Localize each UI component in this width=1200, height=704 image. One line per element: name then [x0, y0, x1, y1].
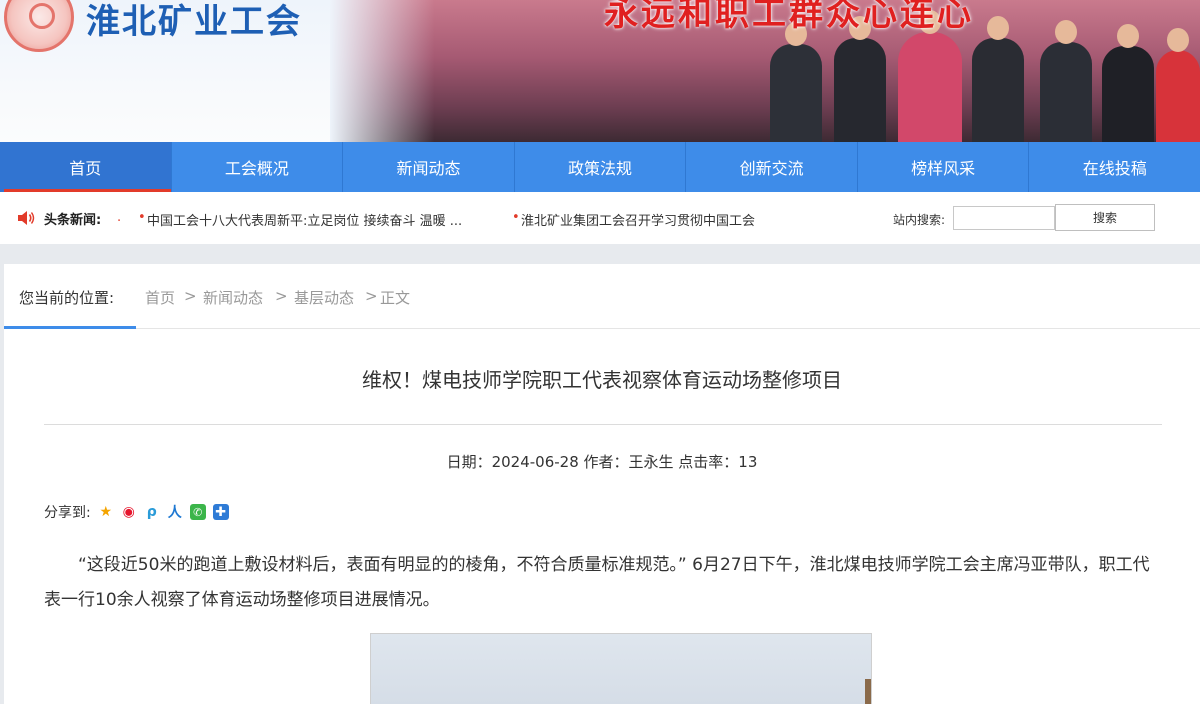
article-paragraph: “这段近50米的跑道上敷设材料后，表面有明显的的棱角，不符合质量标准规范。” 6… — [44, 555, 1150, 610]
nav-item-role-models[interactable]: 榜样风采 — [858, 142, 1030, 192]
more-share-icon[interactable]: ✚ — [212, 504, 229, 520]
banner-people — [750, 10, 1200, 142]
breadcrumb: 您当前的位置: 首页 > 新闻动态 > 基层动态 > 正文 — [4, 264, 1200, 329]
nav-item-home[interactable]: 首页 — [0, 142, 172, 192]
headline-label: 头条新闻: — [44, 213, 102, 228]
wechat-icon[interactable]: ✆ — [189, 504, 206, 520]
union-logo-icon — [4, 0, 74, 52]
speaker-icon — [18, 211, 35, 225]
article-meta: 日期：2024-06-28 作者：王永生 点击率：13 — [446, 453, 758, 471]
breadcrumb-separator: > — [184, 287, 197, 305]
headline-link-1[interactable]: 中国工会十八大代表周新平:立足岗位 接续奋斗 温暖 ... — [147, 210, 487, 229]
breadcrumb-separator: > — [365, 287, 378, 305]
breadcrumb-news[interactable]: 新闻动态 — [203, 287, 263, 308]
nav-item-news[interactable]: 新闻动态 — [343, 142, 515, 192]
headline-bullet: • — [138, 210, 146, 225]
qzone-icon[interactable]: ★ — [98, 504, 114, 520]
search-label: 站内搜索: — [893, 213, 946, 227]
headline-link-2[interactable]: 淮北矿业集团工会召开学习贯彻中国工会 — [521, 210, 768, 229]
nav-item-innovation[interactable]: 创新交流 — [686, 142, 858, 192]
breadcrumb-current: 正文 — [380, 289, 411, 307]
search-button[interactable]: 搜索 — [1055, 204, 1155, 231]
breadcrumb-home[interactable]: 首页 — [145, 287, 175, 308]
headline-bullet: . — [117, 210, 122, 225]
title-divider — [44, 424, 1162, 425]
nav-item-union-overview[interactable]: 工会概况 — [172, 142, 344, 192]
share-label: 分享到: — [44, 505, 91, 521]
headline-bullet: • — [512, 210, 520, 225]
article-title: 维权！煤电技师学院职工代表视察体育运动场整修项目 — [362, 368, 842, 392]
site-name: 淮北矿业工会 — [86, 2, 302, 42]
breadcrumb-separator: > — [275, 287, 288, 305]
search-input[interactable] — [953, 206, 1055, 230]
nav-item-policy[interactable]: 政策法规 — [515, 142, 687, 192]
breadcrumb-local-news[interactable]: 基层动态 — [294, 287, 354, 308]
content-panel: 您当前的位置: 首页 > 新闻动态 > 基层动态 > 正文 维权！煤电技师学院职… — [4, 264, 1200, 704]
banner-slogan: 永远和职工群众心连心 — [604, 0, 974, 34]
article-image — [370, 633, 872, 704]
pengyou-icon[interactable]: ρ — [144, 504, 160, 520]
breadcrumb-underline — [4, 326, 136, 329]
header-banner: 淮北矿业工会 永远和职工群众心连心 — [0, 0, 1200, 142]
weibo-icon[interactable]: ◉ — [121, 504, 137, 520]
renren-icon[interactable]: 人 — [167, 504, 183, 521]
share-bar: 分享到: ★ ◉ ρ 人 ✆ ✚ — [44, 502, 229, 522]
breadcrumb-label: 您当前的位置: — [19, 289, 115, 307]
nav-item-submit[interactable]: 在线投稿 — [1029, 142, 1200, 192]
main-nav: 首页 工会概况 新闻动态 政策法规 创新交流 榜样风采 在线投稿 — [0, 142, 1200, 192]
